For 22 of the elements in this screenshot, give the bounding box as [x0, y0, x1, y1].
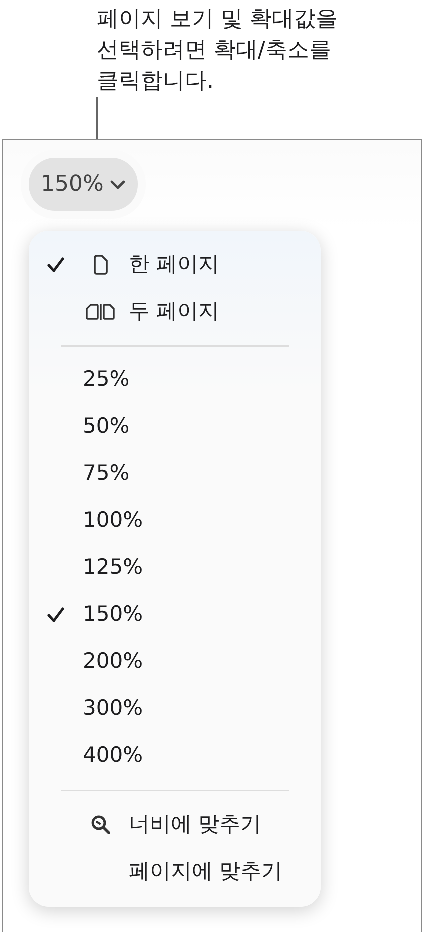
- menu-item[interactable]: 25%: [29, 356, 321, 404]
- menu-item[interactable]: 75%: [29, 450, 321, 498]
- menu-item[interactable]: 125%: [29, 544, 321, 592]
- menu-item[interactable]: 한 페이지: [29, 241, 321, 288]
- callout-text: 클릭합니다.: [97, 68, 215, 96]
- menu-item[interactable]: 200%: [29, 638, 321, 686]
- leader-line: [96, 97, 98, 139]
- chevron-down-icon: [110, 180, 126, 190]
- callout-text: 페이지 보기 및 확대값을: [97, 6, 339, 34]
- menu-item[interactable]: 100%: [29, 498, 321, 544]
- menu-item[interactable]: 150%: [29, 592, 321, 638]
- menu-item[interactable]: 300%: [29, 686, 321, 732]
- zoom-button[interactable]: 150%: [29, 158, 138, 211]
- menu-item[interactable]: 400%: [29, 732, 321, 780]
- page-icon: [93, 254, 109, 274]
- menu-item[interactable]: 페이지에 맞추기: [29, 848, 321, 895]
- menu-item[interactable]: 너비에 맞추기: [29, 801, 321, 848]
- menu-item[interactable]: 두 페이지: [29, 288, 321, 335]
- menu-item[interactable]: 50%: [29, 404, 321, 450]
- magnifier-icon: [91, 814, 111, 834]
- callout-text: 선택하려면 확대/축소를: [97, 37, 332, 65]
- two-pages-icon: [85, 302, 117, 320]
